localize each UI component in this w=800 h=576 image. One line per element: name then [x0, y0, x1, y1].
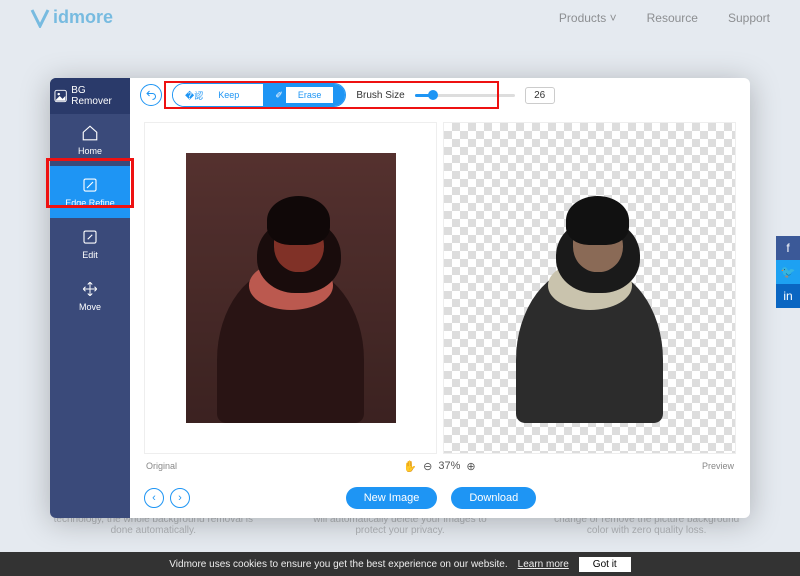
next-image-button[interactable]: › — [170, 488, 190, 508]
site-nav: Products ˅ Resource Support — [559, 11, 770, 25]
home-icon — [81, 124, 99, 142]
original-pane[interactable] — [144, 122, 437, 454]
nav-support[interactable]: Support — [728, 11, 770, 25]
bottom-row: ‹ › New Image Download — [130, 478, 750, 518]
zoom-in-button[interactable]: ⊕ — [466, 460, 475, 473]
annotation-highlight-toolbar — [164, 81, 499, 109]
nav-products[interactable]: Products ˅ — [559, 11, 617, 25]
zoom-controls: ✋ ⊖ 37% ⊕ — [403, 460, 475, 473]
keep-mask-overlay — [186, 153, 396, 423]
original-label: Original — [146, 461, 177, 471]
image-icon — [54, 89, 67, 103]
preview-pane[interactable] — [443, 122, 736, 454]
prev-image-button[interactable]: ‹ — [144, 488, 164, 508]
brush-size-value[interactable]: 26 — [525, 87, 555, 104]
cookie-accept-button[interactable]: Got it — [579, 557, 631, 572]
edge-refine-toolbar: �認 Keep ✐ Erase Brush Size 26 — [130, 78, 750, 112]
download-button[interactable]: Download — [451, 487, 536, 509]
zoom-out-button[interactable]: ⊖ — [423, 460, 432, 473]
sidebar-item-label: Move — [79, 302, 101, 312]
canvas-area — [130, 112, 750, 454]
sidebar-item-label: Edge Refine — [65, 198, 115, 208]
zoom-level: 37% — [438, 460, 460, 472]
image-nav: ‹ › — [144, 488, 190, 508]
sidebar-item-label: Edit — [82, 250, 98, 260]
preview-label: Preview — [702, 461, 734, 471]
sidebar-item-label: Home — [78, 146, 102, 156]
social-rail: f 🐦 in — [776, 236, 800, 308]
linkedin-share[interactable]: in — [776, 284, 800, 308]
logo-icon — [30, 8, 50, 28]
cookie-learn-more[interactable]: Learn more — [518, 559, 569, 570]
new-image-button[interactable]: New Image — [346, 487, 438, 509]
sidebar-item-edit[interactable]: Edit — [50, 218, 130, 270]
canvas-footer: Original ✋ ⊖ 37% ⊕ Preview — [130, 454, 750, 478]
facebook-share[interactable]: f — [776, 236, 800, 260]
original-image — [186, 153, 396, 423]
sidebar-item-move[interactable]: Move — [50, 270, 130, 322]
sidebar-item-edge-refine[interactable]: Edge Refine — [50, 166, 130, 218]
bg-remover-modal: BG Remover Home Edge Refine Edit Move �認… — [50, 78, 750, 518]
cookie-bar: Vidmore uses cookies to ensure you get t… — [0, 552, 800, 576]
modal-main: �認 Keep ✐ Erase Brush Size 26 — [130, 78, 750, 518]
sidebar-item-home[interactable]: Home — [50, 114, 130, 166]
undo-icon — [145, 89, 157, 101]
edit-icon — [81, 228, 99, 246]
site-header: idmore Products ˅ Resource Support — [0, 0, 800, 35]
move-icon — [81, 280, 99, 298]
nav-resource[interactable]: Resource — [647, 11, 698, 25]
preview-image — [485, 153, 695, 423]
undo-button[interactable] — [140, 84, 162, 106]
cookie-text: Vidmore uses cookies to ensure you get t… — [169, 559, 507, 570]
sidebar-title: BG Remover — [50, 78, 130, 114]
brand-logo[interactable]: idmore — [30, 7, 113, 28]
modal-sidebar: BG Remover Home Edge Refine Edit Move — [50, 78, 130, 518]
edge-refine-icon — [81, 176, 99, 194]
pan-icon[interactable]: ✋ — [403, 460, 417, 473]
brand-text: idmore — [53, 7, 113, 28]
twitter-share[interactable]: 🐦 — [776, 260, 800, 284]
